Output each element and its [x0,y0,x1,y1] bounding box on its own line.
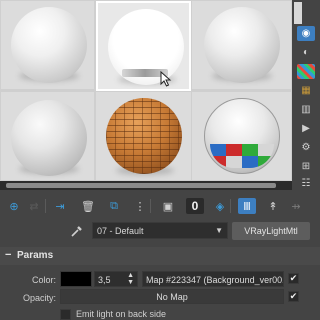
video-color-check-button[interactable]: ▥ [297,102,315,117]
white-sphere-preview [204,7,280,83]
opacity-map-button[interactable]: No Map [60,289,284,304]
select-by-material-button[interactable]: ⊞ [297,159,315,174]
go-to-parent-icon[interactable]: ↟ [264,198,282,214]
sample-slot-6[interactable] [192,92,291,180]
backlight-button[interactable]: ◐ [297,45,315,60]
matte-sphere-preview [11,100,87,176]
brick-texture-sphere-preview [106,98,182,174]
color-map-label: Map #223347 (Background_ver001.jpg) [146,275,283,285]
go-forward-to-sibling-icon[interactable]: ⇸ [287,198,305,214]
scrollbar-thumb[interactable] [6,183,276,188]
mouse-cursor-icon [160,71,172,87]
get-material-icon[interactable]: ⊕ [5,198,23,214]
opacity-map-label: No Map [156,292,188,302]
make-material-copy-icon[interactable]: ⧉ [105,198,123,214]
sample-slot-1[interactable] [1,1,94,89]
opacity-label: Opacity: [22,293,56,303]
glass-color-refraction [210,144,274,168]
sample-slot-4[interactable] [1,92,94,180]
reset-map-icon[interactable]: 🗑 [79,198,97,214]
make-unique-icon[interactable]: ⋮ [131,198,149,214]
white-sphere-preview [11,7,87,83]
multiplier-spinner[interactable]: 3,5 ▲ ▼ [94,271,138,287]
color-map-enable-checkbox[interactable]: ✔ [288,273,299,284]
put-to-library-icon[interactable]: ▣ [159,198,177,214]
emit-back-side-label: Emit light on back side [76,309,167,319]
material-type-button[interactable]: VRayLightMtl [232,222,310,240]
show-end-result-icon[interactable]: Ⅲ [238,198,256,214]
color-swatch[interactable] [60,271,92,287]
chevron-down-icon[interactable]: ▼ [215,226,223,236]
slots-horizontal-scrollbar[interactable] [0,181,292,190]
spinner-arrows-icon[interactable]: ▲ ▼ [127,272,134,286]
toolbar-divider [45,199,46,213]
vertical-scrollbar[interactable] [294,2,302,24]
material-name-field[interactable]: 07 - Default ▼ [92,222,228,239]
sample-type-sphere-button[interactable]: ◉ [297,26,315,41]
show-shaded-material-icon[interactable]: ◈ [211,198,229,214]
material-navigator-button[interactable]: ☷ [297,176,315,191]
material-name-value: 07 - Default [97,226,144,236]
put-material-to-scene-icon[interactable]: ⇄ [25,198,43,214]
multiplier-value: 3,5 [98,275,111,285]
params-rollout-title: Params [17,250,54,261]
pick-material-eyedropper-icon[interactable] [70,224,84,238]
toolbar-divider [150,199,151,213]
assign-material-to-selection-icon[interactable]: ⇥ [51,198,69,214]
toolbar-divider [230,199,231,213]
sample-slot-grid [0,0,292,181]
collapse-icon[interactable]: − [5,249,11,261]
background-checker-button[interactable] [297,64,315,79]
material-id-channel-button[interactable]: 0 [186,198,204,214]
material-name-row: 07 - Default ▼ VRayLightMtl [0,219,320,243]
color-map-button[interactable]: Map #223347 (Background_ver001.jpg) [142,271,284,287]
sample-slot-2-selected[interactable] [96,1,191,91]
sample-options-toolbar: ◉ ◐ ▦ ▥ ▶ ⚙ ⊞ ☷ [292,0,320,195]
sample-uv-tiling-button[interactable]: ▦ [297,83,315,98]
material-editor-toolbar: ⊕ ⇄ ⇥ 🗑 ⧉ ⋮ ▣ 0 ◈ Ⅲ ↟ ⇸ [0,195,320,217]
params-rollout-header[interactable]: − Params [0,247,320,265]
color-label: Color: [31,275,56,285]
sample-slot-5[interactable] [96,92,191,180]
make-preview-button[interactable]: ▶ [297,121,315,136]
options-button[interactable]: ⚙ [297,140,315,155]
opacity-map-enable-checkbox[interactable]: ✔ [288,291,299,302]
sample-slot-3[interactable] [192,1,291,89]
emit-back-side-checkbox[interactable] [60,309,71,320]
